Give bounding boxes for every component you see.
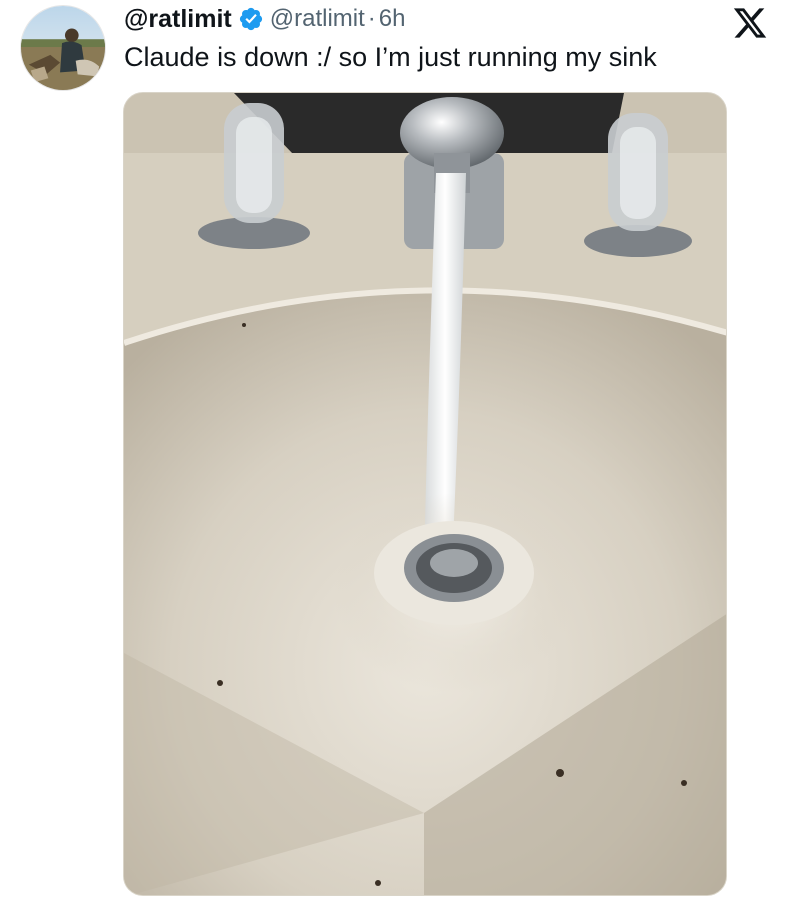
sink-photo <box>124 93 726 895</box>
tweet-card: @ratlimit @ratlimit · 6h Claude is down … <box>0 0 790 900</box>
tweet-text: Claude is down :/ so I’m just running my… <box>124 42 657 72</box>
avatar[interactable] <box>20 5 106 91</box>
display-name[interactable]: @ratlimit <box>124 5 232 34</box>
avatar-image <box>21 6 105 90</box>
x-logo-icon <box>732 5 768 41</box>
separator-dot: · <box>367 5 376 32</box>
tweet-header: @ratlimit @ratlimit · 6h <box>124 4 405 34</box>
tweet-photo[interactable] <box>123 92 727 896</box>
verified-badge-icon <box>238 6 264 32</box>
user-handle[interactable]: @ratlimit <box>270 5 365 33</box>
timestamp[interactable]: 6h <box>379 5 406 33</box>
